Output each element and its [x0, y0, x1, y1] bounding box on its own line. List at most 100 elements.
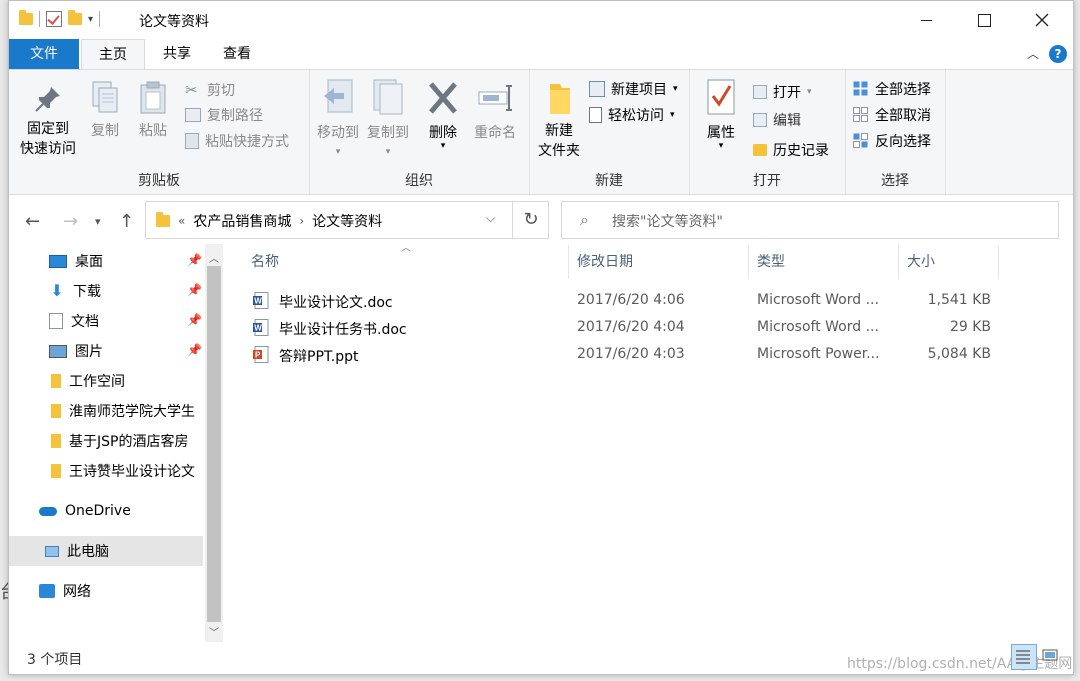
search-box[interactable]: ⌕ 搜索"论文等资料" [561, 201, 1059, 239]
column-header-size[interactable]: 大小 [899, 245, 999, 279]
address-bar[interactable]: « 农产品销售商城 › 论文等资料 ⌵ ↻ [145, 201, 549, 239]
select-none-button[interactable]: 全部取消 [853, 105, 931, 125]
column-header-date[interactable]: 修改日期 [569, 245, 749, 279]
nav-item-onedrive[interactable]: OneDrive [9, 496, 203, 526]
nav-item-documents[interactable]: 文档 [9, 306, 203, 336]
select-none-icon [853, 107, 868, 122]
invert-selection-label: 反向选择 [875, 134, 931, 150]
file-row[interactable]: W 毕业设计论文.doc 2017/6/20 4:06 Microsoft Wo… [243, 287, 1003, 314]
pin-icon[interactable]: 📌 [187, 283, 202, 297]
back-button[interactable]: ← [25, 211, 40, 232]
nav-item-this-pc[interactable]: 此电脑 [9, 536, 203, 566]
new-item-button[interactable]: 新建项目 ▾ [589, 79, 678, 99]
nav-item-desktop[interactable]: 桌面 [9, 246, 203, 276]
nav-item-folder[interactable]: 王诗赞毕业设计论文 [9, 456, 203, 486]
edit-button[interactable]: 编辑 [753, 110, 801, 130]
recent-locations-icon[interactable]: ▾ [95, 215, 101, 228]
copy-button[interactable]: 复制 [85, 80, 125, 140]
new-folder-icon[interactable] [68, 10, 82, 25]
paste-shortcut-icon [185, 133, 199, 149]
file-name: 答辩PPT.ppt [279, 349, 359, 365]
rename-icon [478, 85, 512, 111]
select-all-button[interactable]: 全部选择 [853, 79, 931, 99]
open-button[interactable]: 打开 ▾ [753, 82, 812, 102]
copy-path-button[interactable]: 复制路径 [185, 105, 263, 125]
nav-item-pictures[interactable]: 图片 [9, 336, 203, 366]
move-to-button[interactable]: 移动到 ▾ [315, 78, 361, 158]
cut-button[interactable]: ✂ 剪切 [185, 80, 235, 100]
paste-button[interactable]: 粘贴 [133, 80, 173, 140]
refresh-button[interactable]: ↻ [512, 202, 549, 238]
properties-button[interactable]: 属性 ▾ [701, 78, 741, 151]
pin-icon[interactable]: 📌 [187, 343, 202, 357]
tab-file[interactable]: 文件 [9, 39, 79, 69]
properties-icon[interactable] [46, 11, 62, 27]
pin-quick-access-button[interactable]: 固定到 快速访问 [15, 84, 81, 158]
history-label: 历史记录 [773, 143, 829, 159]
file-type: Microsoft Word ... [757, 292, 879, 308]
rename-button[interactable]: 重命名 [469, 78, 521, 142]
column-header-type[interactable]: 类型 [749, 245, 899, 279]
breadcrumb-item[interactable]: 农产品销售商城 [193, 211, 291, 231]
new-folder-button[interactable]: 新建 文件夹 [533, 80, 585, 160]
delete-icon [429, 82, 457, 114]
forward-button[interactable]: → [63, 211, 78, 232]
tab-home[interactable]: 主页 [81, 39, 145, 70]
details-view-button[interactable] [1011, 644, 1037, 670]
minimize-button[interactable] [897, 1, 955, 39]
delete-button[interactable]: 删除 ▾ [423, 78, 463, 151]
nav-item-folder[interactable]: 工作空间 [9, 366, 203, 396]
nav-item-label: OneDrive [65, 503, 131, 519]
delete-dropdown-icon[interactable]: ▾ [423, 142, 463, 151]
maximize-button[interactable] [955, 1, 1013, 39]
nav-item-label: 王诗赞毕业设计论文 [69, 464, 195, 480]
nav-item-label: 下载 [73, 284, 101, 300]
nav-item-folder[interactable]: 基于JSP的酒店客房 [9, 426, 203, 456]
copy-to-button[interactable]: 复制到 ▾ [365, 78, 411, 158]
chevron-down-icon[interactable]: ⌵ [486, 211, 495, 226]
column-header-name[interactable]: 名称 [243, 245, 569, 279]
chevron-right-icon[interactable]: › [299, 214, 304, 228]
scroll-up-icon[interactable]: ︿ [209, 250, 219, 265]
nav-item-downloads[interactable]: ⬇ 下载 [9, 276, 203, 306]
scroll-down-icon[interactable]: ﹀ [209, 624, 219, 639]
scrollbar-thumb[interactable] [207, 266, 221, 622]
properties-icon [707, 79, 735, 115]
nav-scrollbar[interactable]: ︿ ﹀ [205, 244, 223, 642]
tab-share[interactable]: 共享 [149, 39, 205, 69]
nav-item-network[interactable]: 网络 [9, 576, 203, 606]
new-item-dropdown-icon: ▾ [673, 84, 678, 94]
breadcrumb-item[interactable]: 论文等资料 [312, 211, 382, 231]
up-button[interactable]: ↑ [119, 211, 134, 232]
nav-item-label: 文档 [71, 314, 99, 330]
file-row[interactable]: P 答辩PPT.ppt 2017/6/20 4:03 Microsoft Pow… [243, 341, 1003, 368]
easy-access-icon [589, 107, 602, 123]
paste-icon [140, 81, 166, 114]
file-date: 2017/6/20 4:04 [577, 319, 685, 335]
nav-item-folder[interactable]: 淮南师范学院大学生 [9, 396, 203, 426]
pin-label-1: 固定到 [27, 121, 69, 137]
folder-icon [51, 374, 61, 388]
folder-icon [51, 434, 61, 448]
invert-selection-button[interactable]: 反向选择 [853, 131, 931, 151]
file-row[interactable]: W 毕业设计任务书.doc 2017/6/20 4:04 Microsoft W… [243, 314, 1003, 341]
minimize-ribbon-icon[interactable]: ︿ [1027, 45, 1039, 62]
pin-icon[interactable]: 📌 [187, 313, 202, 327]
paste-shortcut-button[interactable]: 粘贴快捷方式 [185, 131, 289, 151]
properties-dropdown-icon[interactable]: ▾ [701, 142, 741, 151]
close-button[interactable] [1013, 1, 1071, 39]
open-label: 打开 [773, 85, 801, 101]
paste-shortcut-label: 粘贴快捷方式 [205, 134, 289, 150]
large-icons-view-button[interactable] [1039, 644, 1063, 668]
breadcrumb-overflow-icon[interactable]: « [178, 214, 185, 228]
help-icon[interactable]: ? [1049, 45, 1067, 63]
tab-view[interactable]: 查看 [209, 39, 265, 69]
divider [39, 11, 40, 27]
pin-icon[interactable]: 📌 [187, 253, 202, 267]
group-label-organize: 组织 [405, 173, 433, 189]
customize-qat-icon[interactable]: ▾ [88, 14, 93, 25]
easy-access-button[interactable]: 轻松访问 ▾ [589, 105, 675, 125]
window-title: 论文等资料 [139, 14, 209, 30]
history-button[interactable]: 历史记录 [753, 140, 829, 160]
copy-icon [92, 81, 118, 113]
